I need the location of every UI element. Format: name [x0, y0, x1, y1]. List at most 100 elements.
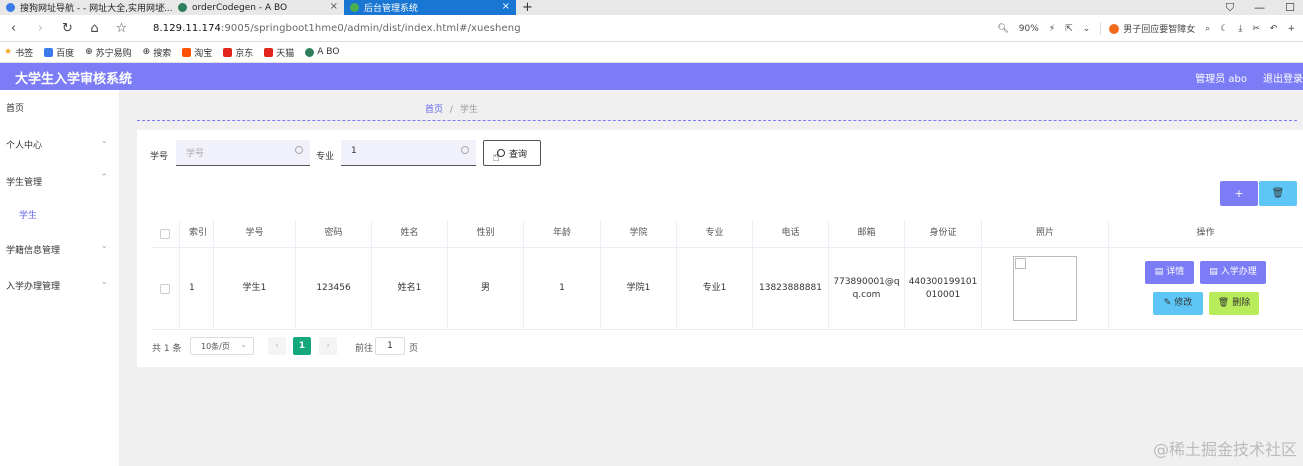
sidebar-item-students[interactable]: 学生管理 ⌃: [6, 173, 114, 188]
detail-button[interactable]: ▤ 详情: [1145, 260, 1194, 284]
breadcrumb-current: 学生: [459, 105, 478, 115]
chevron-down-icon: ⌄: [240, 340, 247, 349]
chevron-down-icon: ⌄: [100, 241, 108, 251]
zhuanye-input[interactable]: 1: [341, 140, 476, 166]
search-icon[interactable]: ⌕: [1205, 24, 1210, 34]
select-all-checkbox[interactable]: [160, 228, 170, 239]
cell-nianling: 1: [524, 248, 601, 329]
close-icon[interactable]: ×: [502, 1, 510, 12]
xuehao-input[interactable]: 学号: [176, 140, 310, 166]
add-button[interactable]: +: [1220, 181, 1258, 206]
sidebar-item-label: 个人中心: [6, 141, 43, 151]
goto-label: 前往: [355, 344, 374, 354]
sidebar-item-admission[interactable]: 入学办理管理 ⌄: [6, 277, 114, 292]
batch-delete-button[interactable]: 🗑︎: [1259, 181, 1297, 206]
column-header: 专业: [677, 220, 753, 247]
bookmark-item[interactable]: ⊕ 苏宁易购: [85, 46, 132, 59]
forward-icon[interactable]: ›: [27, 21, 54, 36]
globe-icon: ⊕: [85, 47, 93, 57]
sidebar-item-enrollment-info[interactable]: 学籍信息管理 ⌄: [6, 241, 114, 256]
bookmarks-bar: ★ 书签 百度 ⊕ 苏宁易购 ⊕ 搜索 淘宝 京东 天猫 A BO: [0, 42, 1303, 63]
sogou-search-icon: [1109, 23, 1120, 34]
sidebar-item-home[interactable]: 首页: [6, 101, 114, 114]
edit-button[interactable]: ✎ 修改: [1153, 291, 1203, 315]
pencil-icon: ✎: [1163, 297, 1172, 308]
close-icon[interactable]: ×: [158, 1, 166, 12]
browser-tab-bar: 搜狗网址导航 - - 网址大全,实用网址... × orderCodegen -…: [0, 0, 1303, 15]
xuehao-label: 学号: [150, 152, 169, 162]
star-icon[interactable]: ☆: [108, 21, 135, 36]
baidu-icon: [44, 47, 54, 57]
row-checkbox[interactable]: [160, 283, 170, 294]
flash-icon[interactable]: ⚡︎: [1049, 24, 1055, 34]
bookmark-item[interactable]: 百度: [44, 46, 74, 59]
minimize-icon[interactable]: —: [1254, 0, 1265, 15]
sidebar-subitem-student[interactable]: 学生: [19, 208, 37, 221]
bookmark-item[interactable]: A BO: [305, 47, 339, 57]
logout-link[interactable]: 退出登录: [1263, 70, 1303, 85]
enroll-button[interactable]: ▤ 入学办理: [1200, 260, 1266, 284]
add-icon[interactable]: +: [1287, 24, 1295, 34]
address-bar[interactable]: 8.129.11.174:9005/springboot1hme0/admin/…: [153, 23, 521, 34]
sidebar: 首页 个人中心 ⌄ 学生管理 ⌃ 学生 学籍信息管理 ⌄ 入学办理管理 ⌄: [0, 90, 120, 466]
reload-icon[interactable]: ↻: [54, 21, 81, 36]
search-suggest[interactable]: 男子回应要智障女: [1100, 22, 1195, 35]
zoom-level[interactable]: 90%: [1019, 24, 1039, 34]
share-icon[interactable]: ⇱: [1065, 24, 1073, 34]
undo-icon[interactable]: ↶: [1270, 24, 1278, 34]
goto-page-input[interactable]: 1: [375, 337, 405, 355]
bookmark-item[interactable]: ⊕ 搜索: [143, 46, 172, 59]
document-icon: ▤: [1209, 266, 1218, 277]
bookmark-item[interactable]: 天猫: [264, 46, 294, 59]
shirt-icon[interactable]: ⛉: [1226, 0, 1234, 15]
enroll-label: 入学办理: [1220, 266, 1257, 277]
column-header: 学号: [214, 220, 296, 247]
bookmark-item[interactable]: ★ 书签: [4, 46, 33, 59]
prev-page-button[interactable]: ‹: [268, 337, 286, 355]
select-all-cell: [151, 220, 180, 247]
table-row: 1 学生1 123456 姓名1 男 1 学院1 专业1 13823888881…: [151, 248, 1303, 330]
home-icon[interactable]: ⌂: [81, 21, 108, 36]
column-header: 姓名: [372, 220, 448, 247]
download-icon[interactable]: ⤓: [1238, 24, 1242, 34]
sidebar-item-profile[interactable]: 个人中心 ⌄: [6, 136, 114, 151]
bookmark-item[interactable]: 淘宝: [182, 46, 212, 59]
tab-label: 后台管理系统: [364, 4, 419, 14]
zoom-icon[interactable]: 🔍︎: [997, 24, 1008, 34]
breadcrumb-home[interactable]: 首页: [425, 105, 443, 115]
nav-right-tools: 🔍︎ 90% ⚡︎ ⇱ ⌄ 男子回应要智障女 ⌕ ☾ ⤓ ✂ ↶ +: [997, 15, 1295, 42]
page-button-current[interactable]: 1: [293, 337, 311, 355]
search-icon: [461, 146, 469, 154]
close-icon[interactable]: ×: [330, 1, 338, 12]
maximize-icon[interactable]: ☐: [1285, 0, 1295, 15]
browser-nav-bar: ‹ › ↻ ⌂ ☆ 8.129.11.174:9005/springboot1h…: [0, 15, 1303, 42]
back-icon[interactable]: ‹: [0, 21, 27, 36]
scissors-icon[interactable]: ✂: [1252, 24, 1260, 34]
moon-icon[interactable]: ☾: [1220, 24, 1228, 34]
hand-cursor-icon: ☝: [492, 150, 500, 165]
new-tab-button[interactable]: +: [522, 0, 533, 15]
bookmark-label: 京东: [235, 48, 254, 59]
xuehao-placeholder: 学号: [186, 149, 205, 159]
page-size-select[interactable]: 10条/页 ⌄: [190, 337, 254, 355]
bookmark-label: 天猫: [276, 48, 295, 59]
delete-button[interactable]: 🗑︎ 删除: [1209, 291, 1259, 315]
browser-tab-sogou[interactable]: 搜狗网址导航 - - 网址大全,实用网址... ×: [0, 0, 172, 15]
trash-icon: 🗑︎: [1271, 188, 1285, 199]
browser-tab-admin[interactable]: 后台管理系统 ×: [344, 0, 516, 15]
chevron-down-icon[interactable]: ⌄: [1083, 24, 1091, 34]
browser-tab-ordercodegen[interactable]: orderCodegen - A BO ×: [172, 0, 344, 15]
plus-icon: +: [1234, 187, 1244, 200]
cell-dianhua: 13823888881: [753, 248, 829, 329]
bookmark-item[interactable]: 京东: [223, 46, 253, 59]
document-icon: ▤: [1154, 266, 1164, 277]
bookmark-label: A BO: [317, 47, 340, 57]
site-icon: [305, 47, 315, 57]
next-page-button[interactable]: ›: [319, 337, 337, 355]
bookmark-label: 搜索: [153, 48, 172, 59]
row-select-cell: [151, 248, 180, 329]
watermark: @稀土掘金技术社区: [1152, 440, 1297, 459]
taobao-icon: [182, 47, 192, 57]
column-header: 操作: [1196, 228, 1215, 238]
table-header: 索引 学号 密码 姓名 性别 年龄 学院 专业 电话 邮箱 身份证 照片 操作: [151, 220, 1303, 248]
